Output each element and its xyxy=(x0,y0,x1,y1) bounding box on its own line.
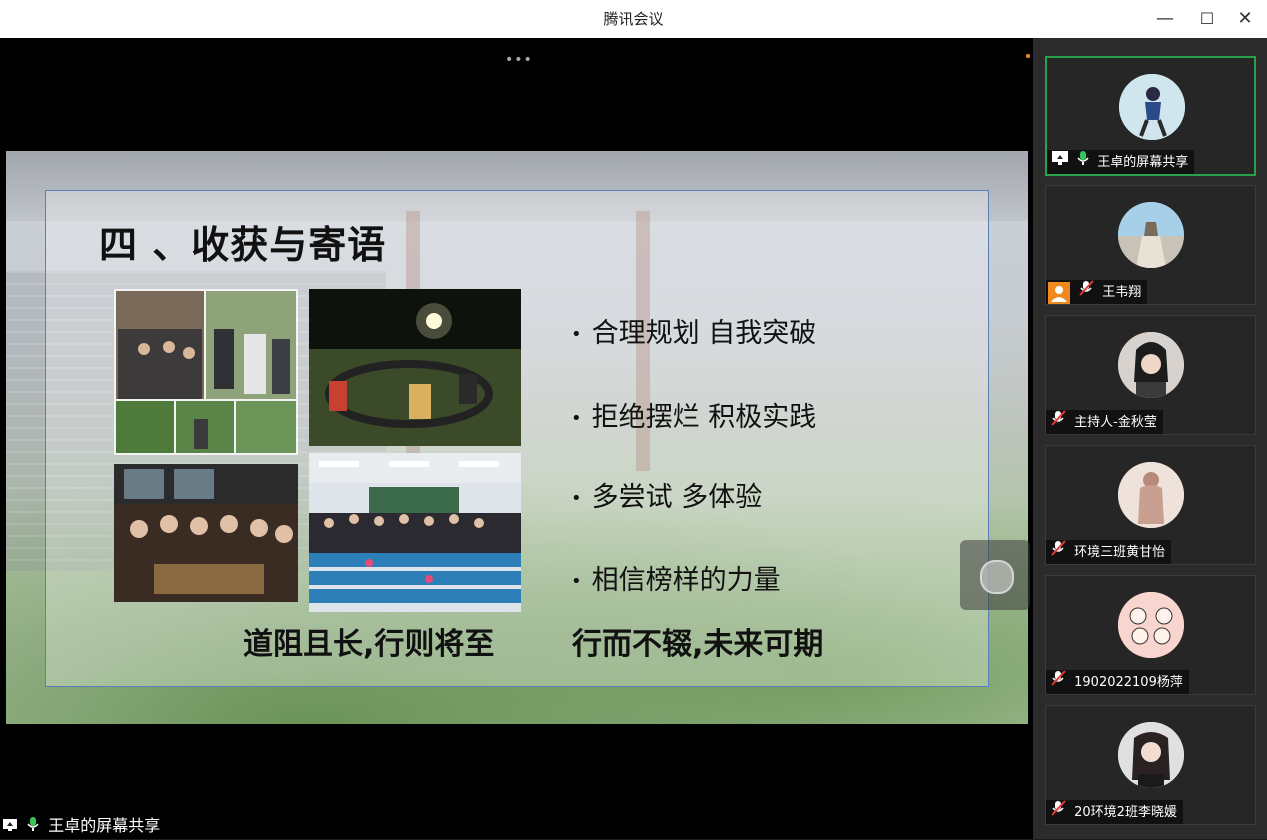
avatar xyxy=(1118,592,1184,658)
slide-motto-left: 道阻且长,行则将至 xyxy=(243,627,495,662)
mic-on-icon xyxy=(27,814,39,840)
participant-label: 环境三班黄甘怡 xyxy=(1046,540,1172,565)
bullet-glyph: • xyxy=(571,571,582,592)
participant-name: 主持人-金秋莹 xyxy=(1074,415,1157,430)
photo-hiking-collage xyxy=(114,289,298,455)
participant-name: 环境三班黄甘怡 xyxy=(1074,545,1166,560)
participant-tile[interactable]: 1902022109杨萍 xyxy=(1045,575,1256,695)
bullet-text: 多尝试 多体验 xyxy=(591,482,763,513)
photo-classroom-group xyxy=(309,453,521,612)
floating-assistive-button[interactable] xyxy=(960,540,1030,610)
participant-tile[interactable]: 主持人-金秋莹 xyxy=(1045,315,1256,435)
mic-muted-icon xyxy=(1050,670,1066,695)
photo-restaurant-group xyxy=(114,464,298,602)
participant-tile[interactable]: 20环境2班李晓媛 xyxy=(1045,705,1256,825)
participant-name: 1902022109杨萍 xyxy=(1074,675,1183,690)
maximize-button[interactable]: ☐ xyxy=(1194,6,1220,32)
screen-share-icon xyxy=(2,814,18,840)
participant-label: 王卓的屏幕共享 xyxy=(1047,150,1195,175)
photo-night-circle xyxy=(309,289,521,446)
mic-muted-icon xyxy=(1050,540,1066,565)
bullet-text: 合理规划 自我突破 xyxy=(591,318,817,349)
avatar xyxy=(1118,332,1184,398)
status-indicator-dot xyxy=(1026,54,1030,58)
mic-muted-icon xyxy=(1078,280,1094,305)
close-button[interactable]: ✕ xyxy=(1232,6,1258,32)
mic-muted-icon xyxy=(1050,410,1066,435)
bullet-glyph: • xyxy=(571,324,582,345)
more-options-icon[interactable]: ••• xyxy=(505,52,533,68)
share-label-text: 王卓的屏幕共享 xyxy=(48,816,161,835)
screen-share-icon xyxy=(1051,150,1069,175)
avatar xyxy=(1118,202,1184,268)
participant-label: 1902022109杨萍 xyxy=(1046,670,1189,694)
assistive-circle-icon xyxy=(980,560,1014,594)
slide-bullet-item: • 拒绝摆烂 积极实践 xyxy=(571,395,816,434)
avatar xyxy=(1118,722,1184,788)
participant-name: 王韦翔 xyxy=(1102,285,1142,300)
slide-motto-right: 行而不辍,未来可期 xyxy=(572,627,824,662)
bullet-glyph: • xyxy=(571,408,582,429)
window-title: 腾讯会议 xyxy=(603,10,664,28)
participant-label: 20环境2班李晓媛 xyxy=(1046,800,1183,824)
bullet-glyph: • xyxy=(571,488,582,509)
slide-title: 四 、收获与寄语 xyxy=(99,223,387,267)
participant-tile[interactable]: 王卓的屏幕共享 xyxy=(1045,56,1256,176)
window-titlebar: 腾讯会议 — ☐ ✕ xyxy=(0,0,1267,38)
participant-tile[interactable]: 环境三班黄甘怡 xyxy=(1045,445,1256,565)
minimize-button[interactable]: — xyxy=(1152,6,1178,32)
participant-label: 王韦翔 xyxy=(1046,280,1148,305)
slide-bullet-item: • 合理规划 自我突破 xyxy=(571,311,816,350)
avatar xyxy=(1118,462,1184,528)
participant-name: 王卓的屏幕共享 xyxy=(1097,155,1189,170)
participant-name: 20环境2班李晓媛 xyxy=(1074,805,1177,820)
participant-tile[interactable]: 王韦翔 xyxy=(1045,185,1256,305)
mic-on-icon xyxy=(1077,150,1089,175)
user-icon xyxy=(1048,281,1070,304)
presentation-slide: 四 、收获与寄语 • 合理规划 自我突破 • 拒绝摆烂 积极实践 • 多尝试 多… xyxy=(6,151,1028,724)
slide-bullet-item: • 多尝试 多体验 xyxy=(571,475,762,514)
avatar xyxy=(1119,74,1185,140)
bullet-text: 相信榜样的力量 xyxy=(591,565,781,596)
bullet-text: 拒绝摆烂 积极实践 xyxy=(591,402,817,433)
mic-muted-icon xyxy=(1050,800,1066,825)
shared-screen-stage: ••• 四 、收获与寄语 • 合理规划 自我突破 • 拒绝摆烂 积极实践 • 多… xyxy=(0,38,1033,839)
slide-bullet-item: • 相信榜样的力量 xyxy=(571,558,781,597)
screen-share-label: 王卓的屏幕共享 xyxy=(0,813,167,840)
participant-label: 主持人-金秋莹 xyxy=(1046,410,1163,434)
